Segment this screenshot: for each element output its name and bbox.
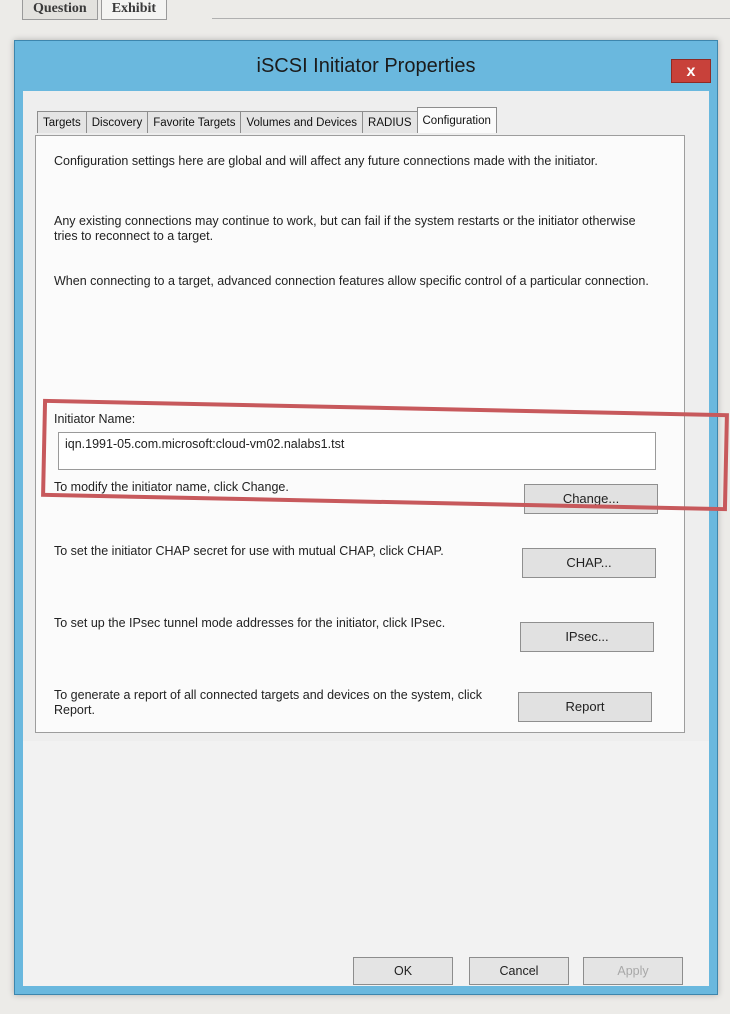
report-button[interactable]: Report — [518, 692, 652, 722]
global-settings-text: Configuration settings here are global a… — [54, 154, 598, 168]
tab-radius[interactable]: RADIUS — [362, 111, 418, 133]
highlight-box — [41, 398, 729, 512]
window-title: iSCSI Initiator Properties — [256, 55, 476, 77]
outer-tab-divider — [212, 18, 730, 19]
chap-button[interactable]: CHAP... — [522, 548, 656, 578]
ipsec-instruction-text: To set up the IPsec tunnel mode addresse… — [54, 616, 446, 630]
ok-button[interactable]: OK — [353, 957, 453, 985]
apply-button[interactable]: Apply — [583, 957, 683, 985]
exhibit-tab[interactable]: Exhibit — [100, 0, 168, 20]
configuration-panel: Configuration settings here are global a… — [35, 135, 729, 733]
existing-connections-text: Any existing connections may continue to… — [54, 214, 636, 243]
question-tab[interactable]: Question — [22, 0, 98, 20]
tab-configuration[interactable]: Configuration — [416, 107, 497, 133]
tab-strip: Targets Discovery Favorite Targets Volum… — [37, 107, 497, 133]
cancel-button[interactable]: Cancel — [469, 957, 569, 985]
tab-volumes-and-devices[interactable]: Volumes and Devices — [240, 111, 364, 133]
panel-lower-area — [23, 741, 709, 986]
outer-tabs: Question Exhibit — [22, 0, 170, 20]
ipsec-button[interactable]: IPsec... — [520, 622, 654, 652]
close-button[interactable]: x — [671, 59, 711, 83]
iscsi-properties-window: iSCSI Initiator Properties x Targets Dis… — [14, 40, 729, 995]
advanced-features-text: When connecting to a target, advanced co… — [54, 274, 649, 288]
title-bar[interactable]: iSCSI Initiator Properties x — [15, 41, 717, 91]
tab-favorite-targets[interactable]: Favorite Targets — [147, 111, 242, 133]
tab-targets[interactable]: Targets — [37, 111, 87, 133]
dialog-client-area: Targets Discovery Favorite Targets Volum… — [23, 91, 729, 986]
tab-discovery[interactable]: Discovery — [85, 111, 149, 133]
report-instruction-text: To generate a report of all connected ta… — [54, 688, 483, 717]
chap-instruction-text: To set the initiator CHAP secret for use… — [54, 544, 444, 558]
